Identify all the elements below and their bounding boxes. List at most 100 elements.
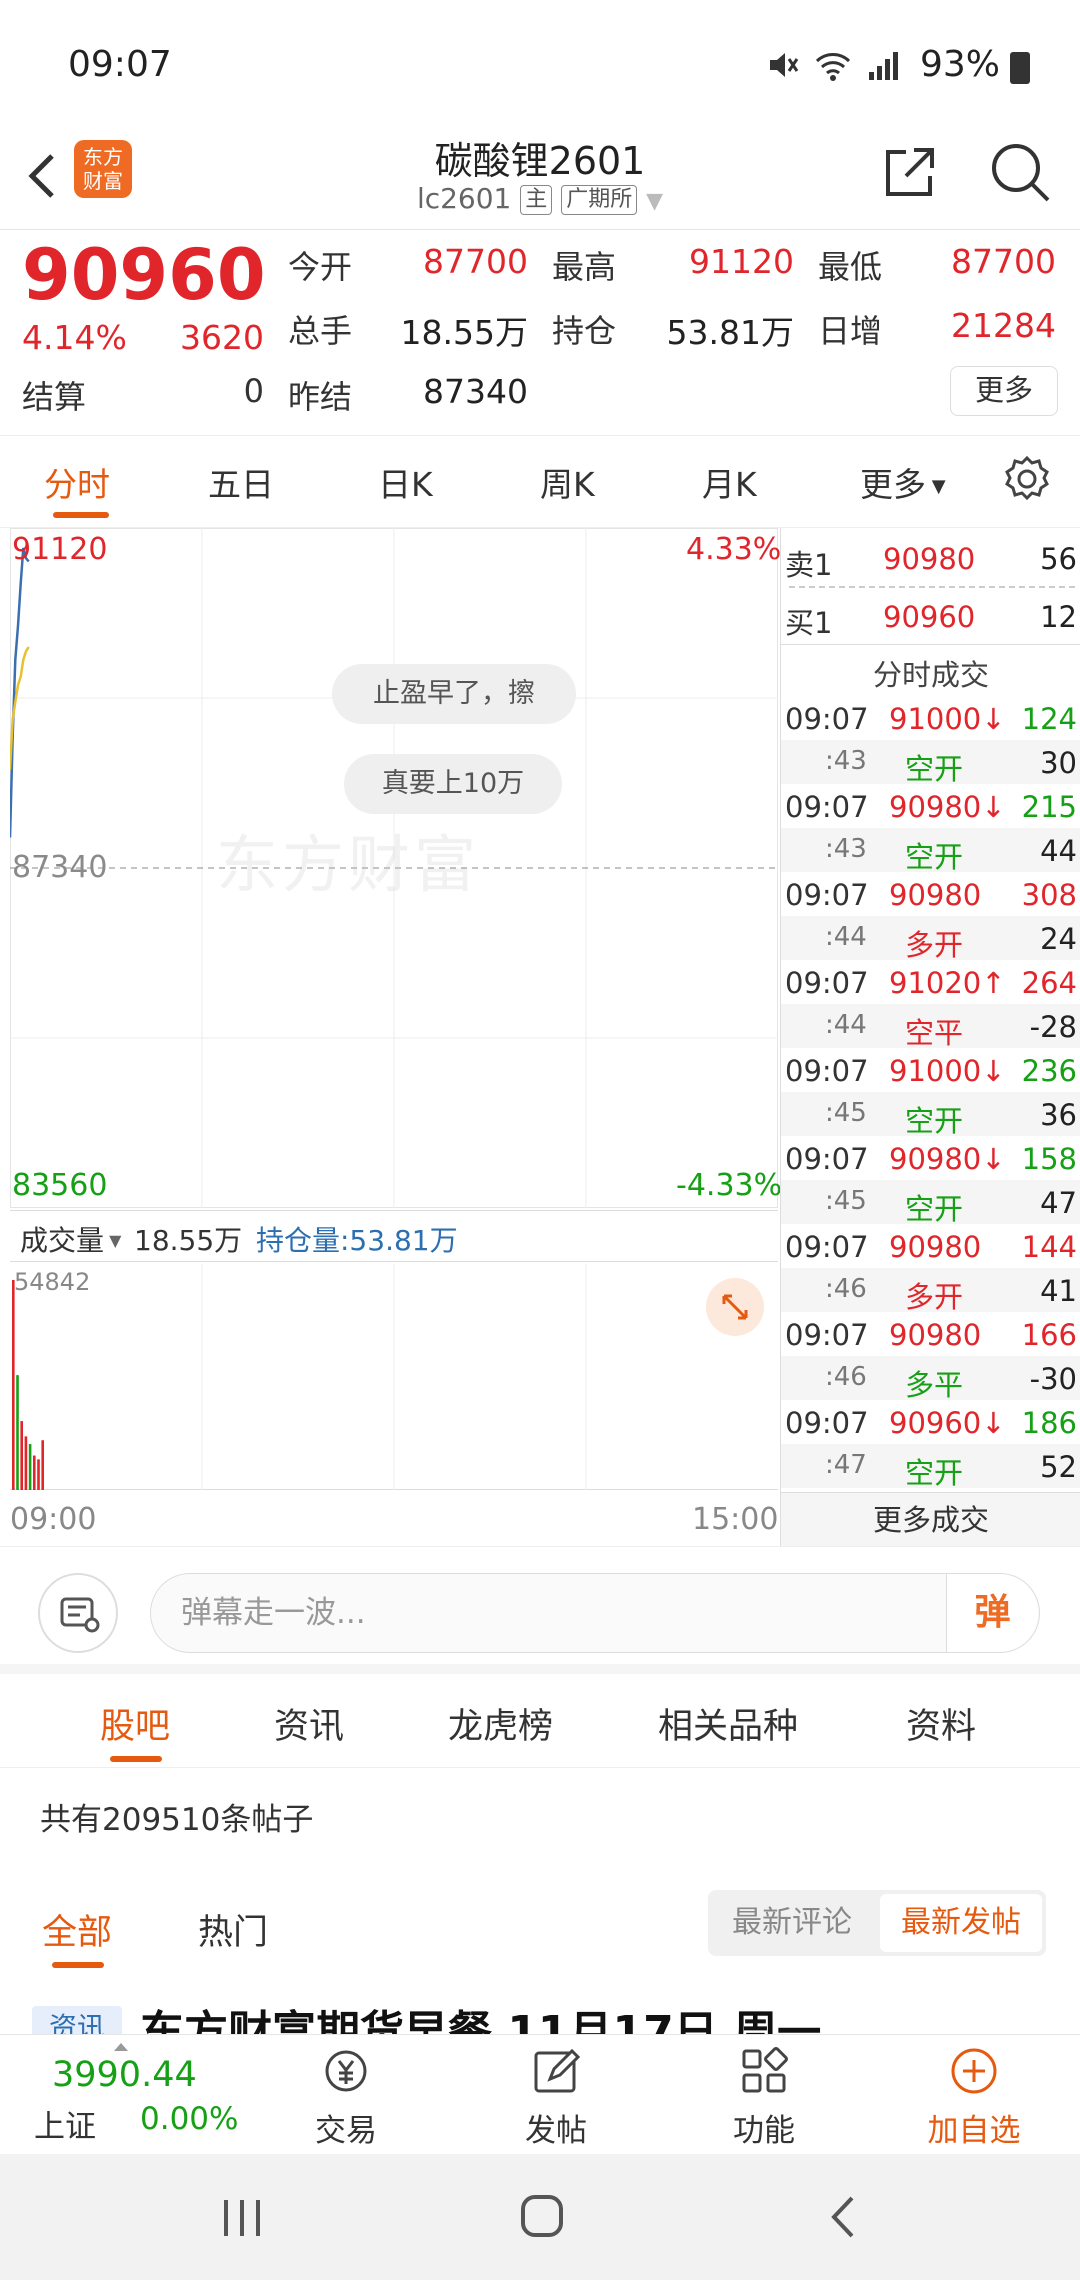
low-label: 最低 [818,248,883,286]
more-ticks-button[interactable]: 更多成交 [781,1492,1080,1546]
tick-detail-row: :44 空平 -28 [781,1004,1080,1050]
tick-price: 90980↓ [889,1142,1006,1176]
recent-apps-button[interactable] [212,2192,272,2242]
tab-related[interactable]: 相关品种 [658,1698,798,1749]
oi-change-label: 日增 [818,312,883,350]
tick-second: :47 [825,1450,867,1480]
change-amount: 3620 [180,318,264,357]
volume-bar [12,1280,15,1490]
tick-type: 空开 [905,1456,964,1490]
open-interest-value: 53.81万 [666,313,794,352]
tab-daily-k[interactable]: 日K [378,458,433,506]
posts-count: 共有209510条帖子 [40,1802,314,1838]
tick-time: 09:07 [785,966,869,1000]
tick-oi-change: 36 [1040,1098,1077,1132]
tick-row: 09:07 90960↓ 186 [781,1400,1080,1444]
exchange-tag: 广期所 [561,185,638,215]
nav-add-watchlist[interactable]: 加自选 [904,2045,1044,2150]
chart-area: 91120 4.33% 87340 83560 -4.33% 东方财富 止盈早了… [0,528,783,1546]
tick-oi-change: 30 [1040,746,1077,780]
tick-volume: 264 [1021,966,1077,1000]
change-percent: 4.14% [22,318,127,357]
battery-level: 93% [919,44,1000,85]
back-arrow-icon [831,2196,854,2238]
share-button[interactable] [880,142,940,202]
volume-label: 总手 [288,312,353,350]
tab-news[interactable]: 资讯 [274,1698,344,1749]
pct-axis-min: -4.33% [676,1168,783,1203]
home-icon [521,2195,563,2237]
expand-chart-button[interactable] [706,1278,764,1336]
tick-second: :46 [825,1274,867,1304]
ask-price: 90980 [883,542,976,576]
volume-chart[interactable]: 54842 [10,1264,778,1490]
tick-detail-row: :44 多开 24 [781,916,1080,962]
tick-row: 09:07 91000↓ 236 [781,1048,1080,1092]
open-interest-text: 持仓量:53.81万 [256,1224,458,1257]
nav-post[interactable]: 发帖 [486,2045,626,2150]
tick-detail-row: :46 多开 41 [781,1268,1080,1314]
tick-oi-change: -30 [1029,1362,1077,1396]
tick-second: :45 [825,1098,867,1128]
danmu-input[interactable]: 弹幕走一波... [150,1573,1040,1653]
tick-type: 多开 [905,1280,964,1314]
danmu-settings-button[interactable] [38,1573,118,1653]
volume-indicator-bar: 成交量 ▼ 18.55万 持仓量:53.81万 [10,1210,778,1262]
tick-second: :44 [825,922,867,952]
volume-indicator-label: 成交量 [20,1224,105,1257]
post-item[interactable]: 资讯 东方财富期货早餐 11月17日 周一 [0,1994,1080,2034]
chart-tabs: 分时 五日 日K 周K 月K 更多 ▼ [0,436,1080,528]
ask-volume: 56 [1040,542,1077,576]
more-quote-button[interactable]: 更多 [950,366,1058,416]
filter-active-indicator [52,1962,104,1968]
volume-bar [20,1421,23,1490]
tab-five-day[interactable]: 五日 [208,458,274,506]
tab-intraday[interactable]: 分时 [44,458,110,506]
battery-icon [1010,52,1030,84]
tick-time: 09:07 [785,790,869,824]
open-interest-label: 持仓 [552,312,617,350]
danmu-send-button[interactable]: 弹 [946,1574,1038,1652]
danmu-bubble: 止盈早了，擦 [332,664,576,724]
filter-all[interactable]: 全部 [42,1904,112,1955]
search-button[interactable] [988,140,1052,204]
tab-guba[interactable]: 股吧 [100,1698,170,1749]
tick-price: 90980 [889,878,982,912]
volume-bar [16,1375,19,1490]
pct-axis-max: 4.33% [686,532,782,567]
system-nav-bar [0,2154,1080,2280]
tab-monthly-k[interactable]: 月K [702,458,757,506]
volume-indicator-select[interactable]: 成交量 ▼ [20,1219,121,1259]
index-value[interactable]: 3990.44 [52,2055,197,2095]
high-value: 91120 [689,242,794,281]
index-percent: 0.00% [140,2101,239,2137]
post-filter-row: 全部 热门 最新评论 最新发帖 [0,1874,1080,1974]
chart-settings-button[interactable] [1002,454,1052,504]
sort-latest-comment[interactable]: 最新评论 [708,1890,876,1956]
nav-trade[interactable]: 交易 [276,2045,416,2150]
nav-functions[interactable]: 功能 [694,2045,834,2150]
recent-apps-icon [224,2200,260,2236]
mute-icon [770,53,799,77]
add-circle-icon [951,2048,997,2094]
home-button[interactable] [512,2192,572,2242]
tab-more[interactable]: 更多 ▼ [860,458,946,506]
tick-price: 90980 [889,1230,982,1264]
tab-dragon-tiger[interactable]: 龙虎榜 [448,1698,553,1749]
nav-trade-label: 交易 [315,2113,377,2149]
tab-weekly-k[interactable]: 周K [540,458,595,506]
sort-latest-post[interactable]: 最新发帖 [880,1894,1042,1952]
settle-value: 0 [243,372,264,410]
tick-price: 91000↓ [889,1054,1006,1088]
volume-value: 18.55万 [400,313,528,352]
tick-oi-change: 24 [1040,922,1077,956]
edit-icon [534,2048,581,2093]
status-icons [766,48,900,82]
bid-row: 买1 90960 12 [781,586,1080,644]
system-back-button[interactable] [814,2192,874,2242]
watermark: 东方财富 [216,828,481,901]
danmu-settings-icon [60,1597,100,1633]
tab-info[interactable]: 资料 [906,1698,976,1749]
filter-hot[interactable]: 热门 [198,1904,268,1955]
tick-oi-change: 47 [1040,1186,1077,1220]
